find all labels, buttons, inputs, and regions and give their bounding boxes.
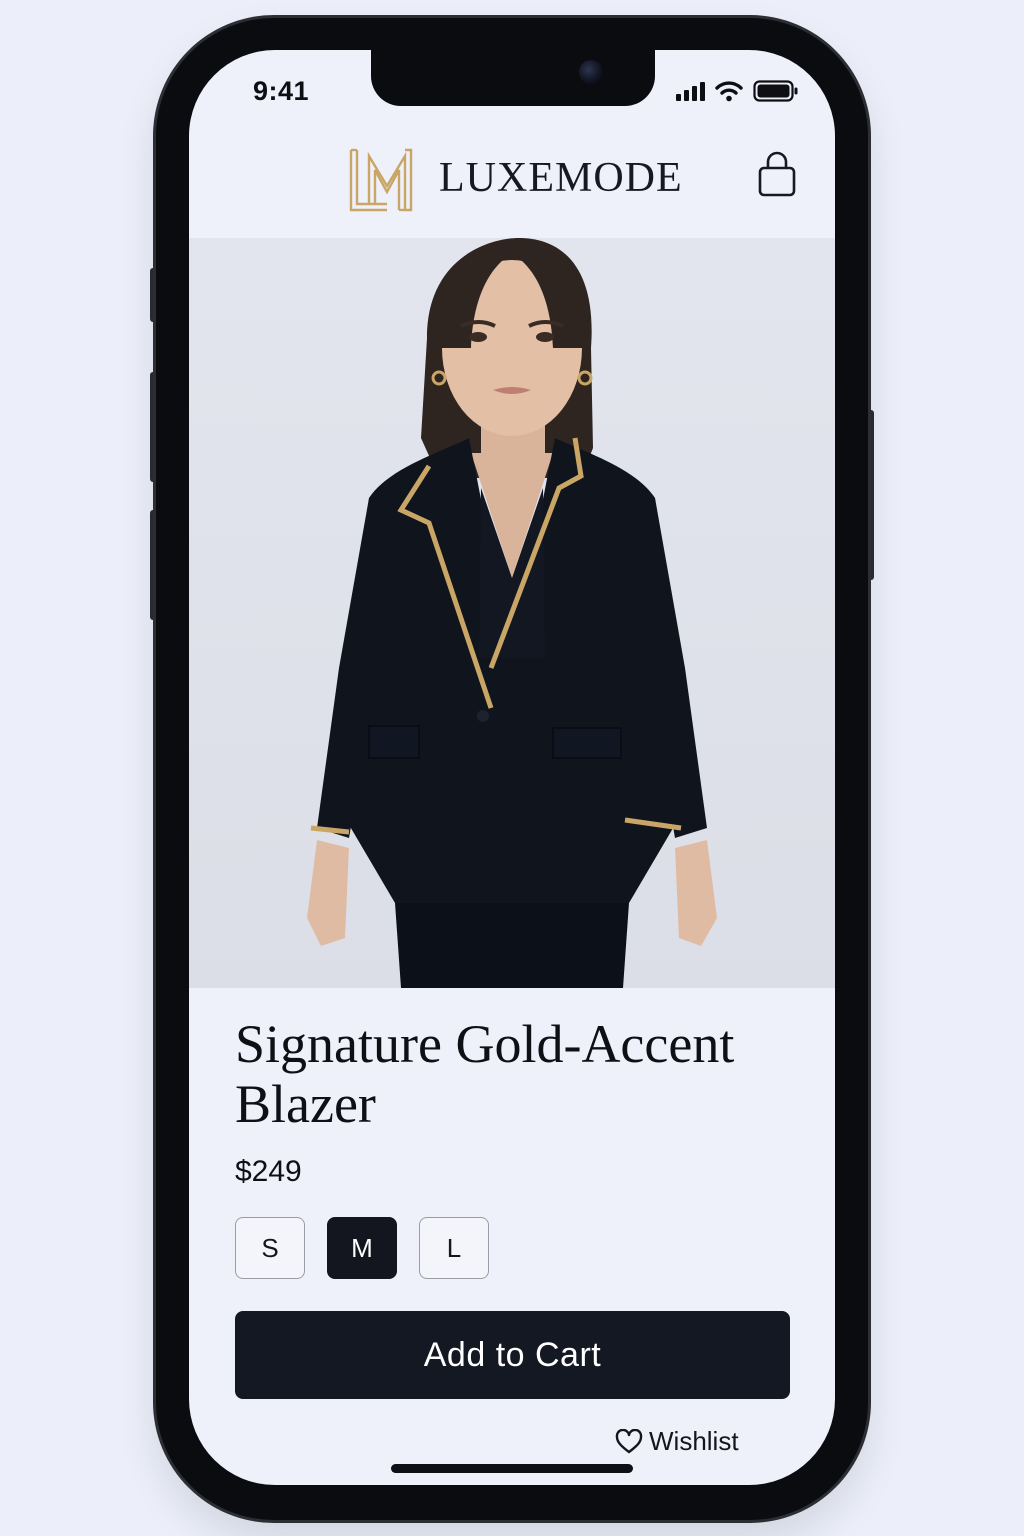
home-indicator[interactable] xyxy=(391,1464,633,1473)
brand-name[interactable]: LUXEMODE xyxy=(439,154,683,202)
product-title: Signature Gold-Accent Blazer xyxy=(235,1014,735,1134)
size-option-m[interactable]: M xyxy=(327,1217,397,1279)
cellular-signal-icon xyxy=(676,81,705,101)
model-in-blazer-illustration xyxy=(307,238,717,988)
battery-icon xyxy=(753,80,798,102)
add-to-cart-button[interactable]: Add to Cart xyxy=(235,1311,790,1399)
size-option-l[interactable]: L xyxy=(419,1217,489,1279)
size-option-s[interactable]: S xyxy=(235,1217,305,1279)
product-photo[interactable] xyxy=(189,238,835,988)
lm-monogram-logo xyxy=(349,148,413,212)
size-selector: S M L xyxy=(235,1217,489,1279)
app-screen: 9:41 LUXEMODE Signature Gold-Accent Blaz… xyxy=(189,50,835,1485)
heart-icon xyxy=(615,1428,643,1453)
product-price: $249 xyxy=(235,1155,302,1188)
status-icons xyxy=(676,80,799,102)
wishlist-label: Wishlist xyxy=(649,1426,739,1456)
device-stage: 9:41 LUXEMODE Signature Gold-Accent Blaz… xyxy=(0,0,1024,1536)
wifi-icon xyxy=(715,81,743,102)
notch xyxy=(371,50,655,106)
shopping-bag-icon[interactable] xyxy=(757,150,797,198)
app-header: LUXEMODE xyxy=(189,138,835,238)
wishlist-button[interactable]: Wishlist xyxy=(615,1426,739,1457)
power-button xyxy=(868,410,874,580)
camera-icon xyxy=(579,60,603,84)
status-time: 9:41 xyxy=(253,76,310,106)
